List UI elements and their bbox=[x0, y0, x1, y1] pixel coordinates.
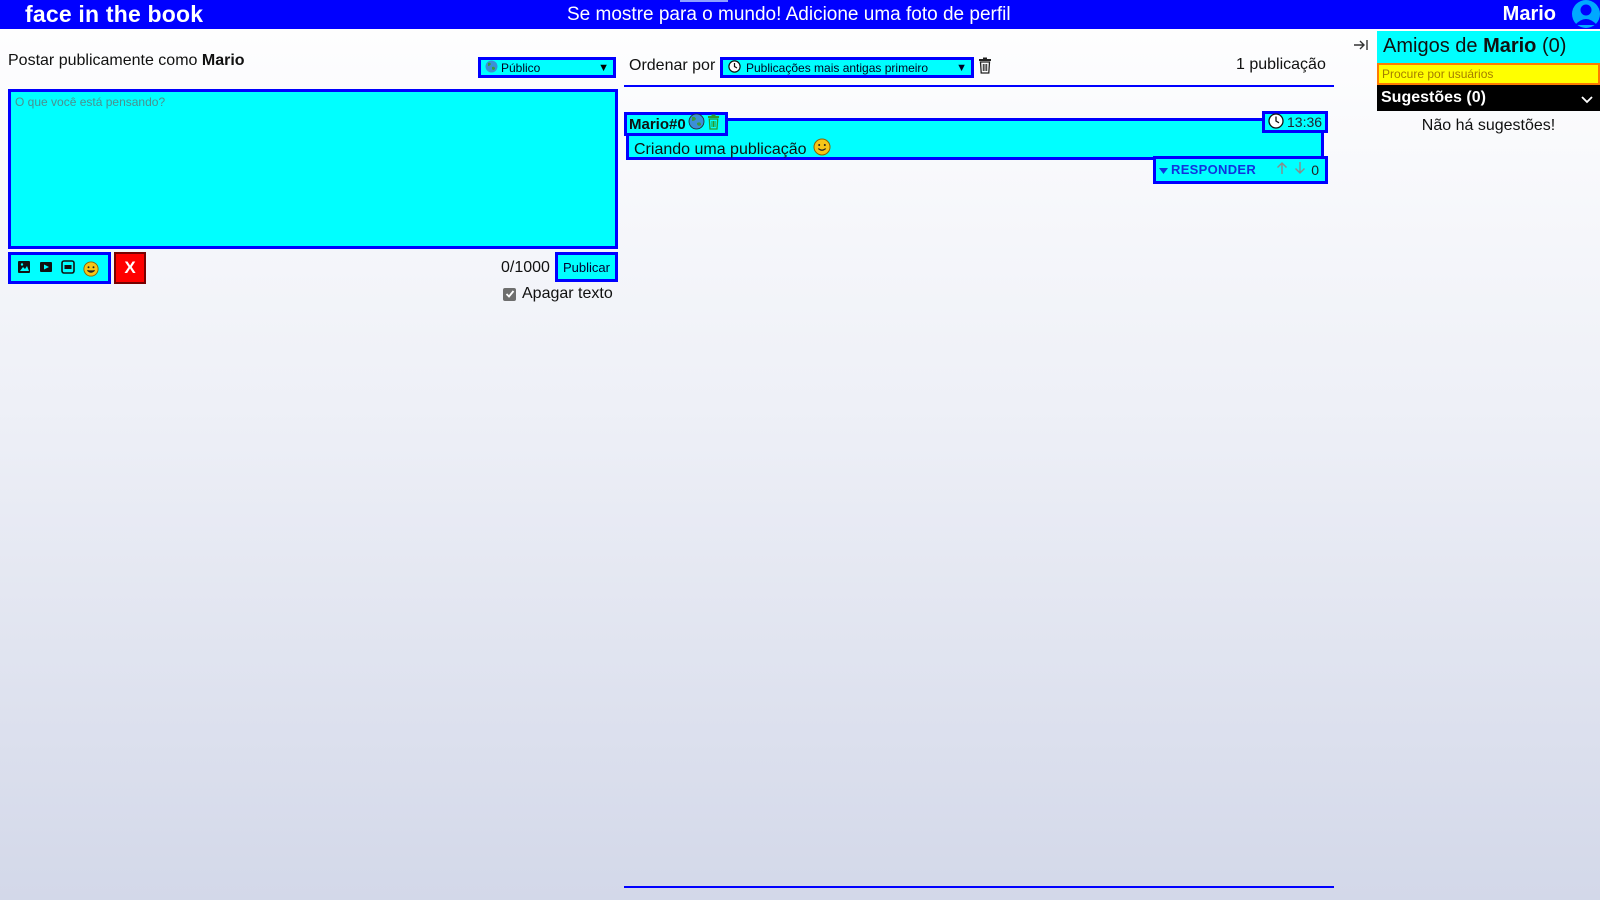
sort-selected: Publicações mais antigas primeiro bbox=[746, 60, 929, 75]
reply-caret-icon bbox=[1159, 162, 1168, 177]
post-actions: RESPONDER 0 bbox=[1153, 156, 1328, 184]
post-content: Criando uma publicação bbox=[634, 138, 831, 161]
friends-panel: Amigos de Mario (0) Sugestões (0) Não há… bbox=[1377, 31, 1600, 135]
composer-title-prefix: Postar publicamente como bbox=[8, 52, 198, 69]
post-text: Criando uma publicação bbox=[634, 140, 807, 158]
privacy-selected: Público bbox=[501, 60, 541, 75]
emoji-icon[interactable] bbox=[83, 260, 99, 277]
current-user-name[interactable]: Mario bbox=[1503, 3, 1556, 26]
post-time-text: 13:36 bbox=[1287, 114, 1323, 130]
reply-button[interactable]: RESPONDER bbox=[1159, 162, 1256, 177]
friends-title: Amigos de Mario (0) bbox=[1377, 31, 1600, 63]
chevron-down-icon bbox=[1581, 91, 1593, 109]
composer-title: Postar publicamente como Mario bbox=[8, 52, 245, 70]
smiley-icon bbox=[813, 138, 831, 161]
feed-divider-top bbox=[624, 85, 1334, 87]
banner-highlight bbox=[680, 0, 728, 2]
composer-title-user: Mario bbox=[201, 52, 245, 69]
suggestions-toggle[interactable]: Sugestões (0) bbox=[1377, 85, 1600, 111]
post-textarea-wrapper bbox=[8, 89, 618, 249]
trash-icon[interactable] bbox=[978, 57, 992, 79]
brand-logo-text[interactable]: face in the book bbox=[25, 1, 203, 28]
chevron-down-icon: ▼ bbox=[598, 62, 609, 74]
upvote-icon[interactable] bbox=[1275, 161, 1289, 178]
privacy-select[interactable]: Público ▼ bbox=[478, 57, 616, 78]
gif-icon[interactable] bbox=[61, 260, 77, 276]
trash-icon[interactable] bbox=[707, 114, 720, 135]
reply-label: RESPONDER bbox=[1171, 162, 1257, 177]
clock-icon bbox=[728, 59, 741, 76]
clear-text-checkbox[interactable] bbox=[503, 287, 516, 301]
profile-photo-banner[interactable]: Se mostre para o mundo! Adicione uma fot… bbox=[567, 4, 1011, 26]
friends-title-prefix: Amigos de bbox=[1383, 35, 1478, 57]
post-count: 1 publicação bbox=[1236, 56, 1326, 73]
chevron-down-icon: ▼ bbox=[956, 62, 967, 74]
video-icon[interactable] bbox=[39, 260, 55, 276]
user-search-input[interactable] bbox=[1377, 63, 1600, 85]
image-icon[interactable] bbox=[17, 260, 33, 276]
downvote-icon[interactable] bbox=[1293, 161, 1307, 178]
sort-select[interactable]: Publicações mais antigas primeiro ▼ bbox=[720, 57, 974, 78]
globe-icon bbox=[485, 60, 498, 76]
clear-text-option[interactable]: Apagar texto bbox=[503, 285, 613, 303]
friends-title-user: Mario bbox=[1483, 35, 1537, 57]
clear-post-button[interactable]: X bbox=[114, 252, 146, 284]
post-author[interactable]: Mario#0 bbox=[624, 112, 728, 136]
top-bar: face in the book Se mostre para o mundo!… bbox=[0, 0, 1600, 29]
media-toolbar bbox=[8, 252, 111, 284]
sort-label: Ordenar por bbox=[629, 57, 716, 74]
post-time: 13:36 bbox=[1262, 111, 1328, 133]
publish-button[interactable]: Publicar bbox=[555, 252, 618, 282]
char-counter: 0/1000 bbox=[501, 259, 550, 276]
post-author-name[interactable]: Mario#0 bbox=[629, 116, 686, 133]
vote-count: 0 bbox=[1311, 161, 1319, 178]
collapse-panel-icon[interactable] bbox=[1353, 38, 1369, 56]
suggestions-label: Sugestões (0) bbox=[1381, 89, 1486, 106]
post-textarea[interactable] bbox=[11, 92, 615, 246]
vote-controls: 0 bbox=[1275, 161, 1319, 178]
globe-icon bbox=[688, 113, 705, 135]
clear-text-label: Apagar texto bbox=[522, 285, 613, 302]
friends-title-count: (0) bbox=[1541, 35, 1567, 57]
clock-icon bbox=[1268, 112, 1284, 132]
avatar-icon[interactable] bbox=[1568, 0, 1600, 29]
no-suggestions-text: Não há sugestões! bbox=[1421, 117, 1556, 134]
feed-divider-bottom bbox=[624, 886, 1334, 888]
